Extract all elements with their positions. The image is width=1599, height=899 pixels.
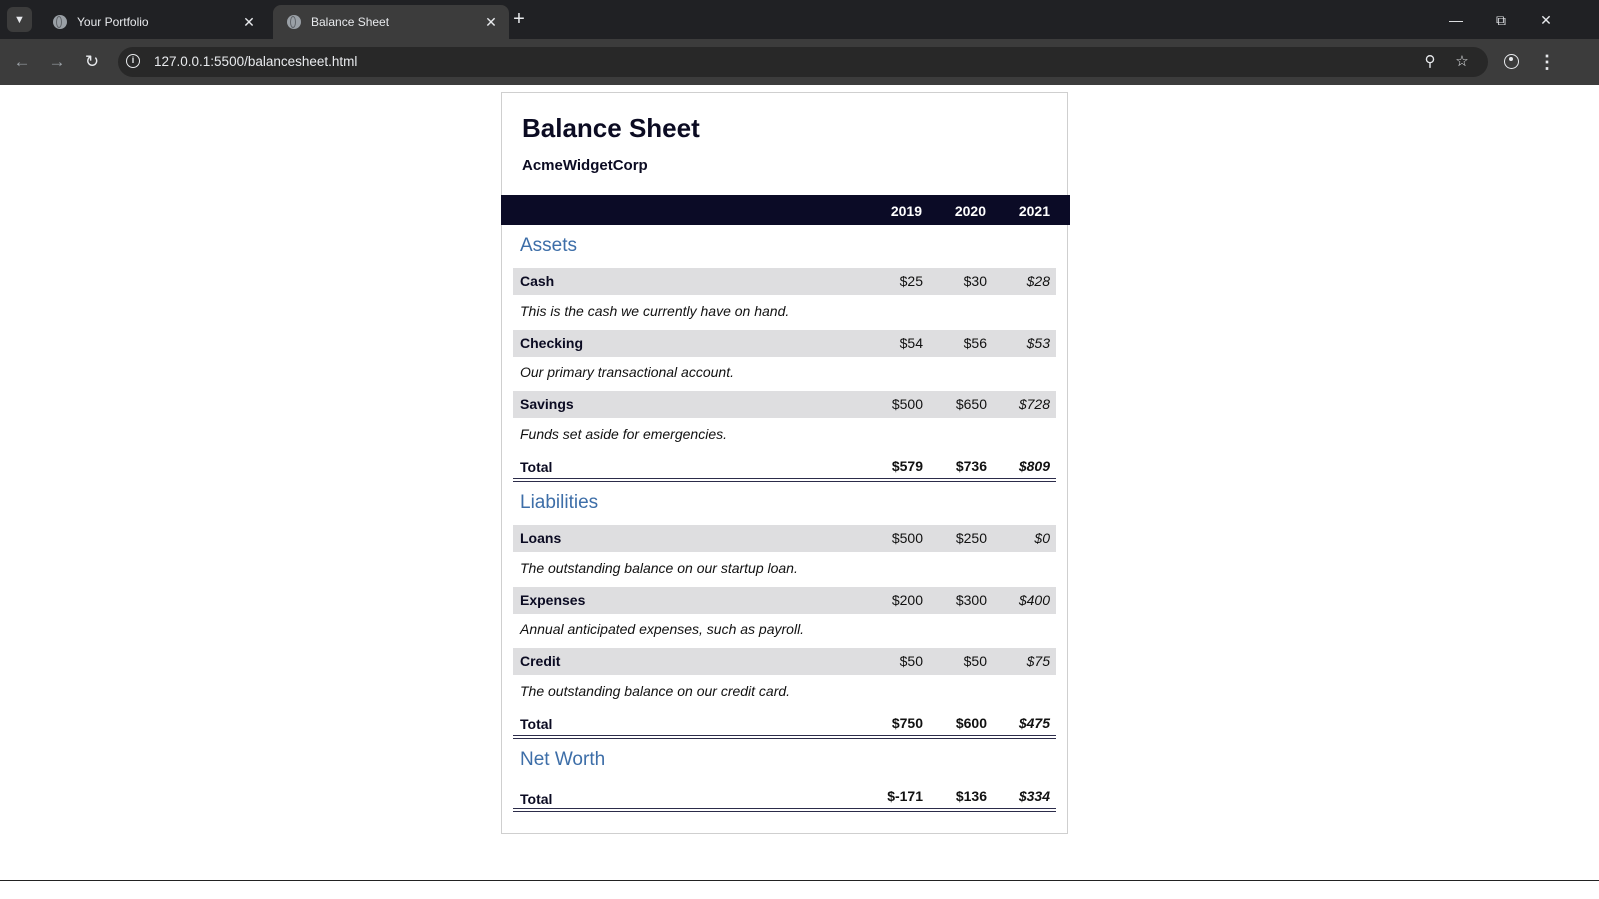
row-label: Cash — [520, 273, 555, 289]
value-2021: $400 — [1018, 592, 1050, 608]
browser-toolbar: ← → ↻ i 127.0.0.1:5500/balancesheet.html… — [0, 39, 1599, 85]
arrow-left-icon[interactable]: ← — [11, 51, 33, 73]
profile-icon[interactable] — [1500, 51, 1522, 73]
total-row-liabilities: Total $750 $600 $475 — [513, 711, 1056, 739]
section-title-net-worth: Net Worth — [520, 749, 606, 770]
row-description: Funds set aside for emergencies. — [520, 426, 727, 442]
browser-tab-bar: ▼ Your Portfolio ✕ Balance Sheet ✕ + — ⧉… — [0, 0, 1599, 39]
arrow-right-icon[interactable]: → — [46, 51, 68, 73]
row-description: Annual anticipated expenses, such as pay… — [520, 621, 805, 637]
tab-title: Balance Sheet — [311, 15, 390, 29]
table-row: Checking $54 $56 $53 — [513, 330, 1056, 357]
address-bar[interactable]: i 127.0.0.1:5500/balancesheet.html ⚲ ☆ — [118, 47, 1488, 77]
table-row: Expenses $200 $300 $400 — [513, 587, 1056, 614]
year-2020: 2020 — [954, 203, 986, 219]
value-2021: $53 — [1026, 335, 1050, 351]
total-label: Total — [520, 791, 553, 807]
value-2020: $50 — [963, 653, 987, 669]
value-2020: $30 — [963, 273, 987, 289]
total-label: Total — [520, 716, 553, 732]
total-2019: $579 — [891, 458, 923, 474]
row-label: Checking — [520, 335, 584, 351]
table-row: Credit $50 $50 $75 — [513, 648, 1056, 675]
value-2019: $50 — [899, 653, 923, 669]
star-icon[interactable]: ☆ — [1452, 52, 1472, 72]
page-title: Balance Sheet — [522, 113, 700, 143]
row-description: The outstanding balance on our startup l… — [520, 560, 798, 576]
total-2021: $809 — [1018, 458, 1050, 474]
table-row: Cash $25 $30 $28 — [513, 268, 1056, 295]
value-2021: $0 — [1034, 530, 1050, 546]
value-2020: $650 — [955, 396, 987, 412]
close-window-icon[interactable]: ✕ — [1535, 9, 1557, 31]
section-title-liabilities: Liabilities — [520, 492, 599, 513]
total-2021: $334 — [1018, 788, 1050, 804]
year-2021: 2021 — [1018, 203, 1050, 219]
total-2019: $750 — [891, 715, 923, 731]
table-row: Loans $500 $250 $0 — [513, 525, 1056, 552]
globe-icon — [287, 15, 301, 29]
value-2020: $250 — [955, 530, 987, 546]
value-2019: $500 — [891, 530, 923, 546]
kebab-menu-icon[interactable]: ⋮ — [1536, 51, 1558, 73]
value-2019: $54 — [899, 335, 923, 351]
globe-icon — [53, 15, 67, 29]
row-description: The outstanding balance on our credit ca… — [520, 683, 791, 699]
close-icon[interactable]: ✕ — [481, 14, 501, 31]
value-2019: $500 — [891, 396, 923, 412]
value-2021: $28 — [1026, 273, 1050, 289]
value-2020: $300 — [955, 592, 987, 608]
row-description: Our primary transactional account. — [520, 364, 734, 380]
tab-balance-sheet[interactable]: Balance Sheet ✕ — [273, 5, 509, 39]
row-label: Expenses — [520, 592, 586, 608]
total-label: Total — [520, 459, 553, 475]
info-icon[interactable]: i — [126, 54, 140, 68]
row-label: Loans — [520, 530, 562, 546]
row-label: Savings — [520, 396, 574, 412]
chevron-down-icon[interactable]: ▼ — [7, 7, 32, 32]
close-icon[interactable]: ✕ — [239, 14, 259, 31]
total-2020: $736 — [955, 458, 987, 474]
row-description: This is the cash we currently have on ha… — [520, 303, 790, 319]
restore-icon[interactable]: ⧉ — [1490, 9, 1512, 31]
reload-icon[interactable]: ↻ — [81, 51, 103, 73]
magnifier-icon[interactable]: ⚲ — [1420, 52, 1440, 72]
value-2019: $200 — [891, 592, 923, 608]
minimize-icon[interactable]: — — [1445, 9, 1467, 31]
year-2019: 2019 — [890, 203, 922, 219]
year-header-bar: 2019 2020 2021 — [501, 195, 1070, 225]
section-title-assets: Assets — [520, 235, 578, 256]
total-2020: $600 — [955, 715, 987, 731]
total-2021: $475 — [1018, 715, 1050, 731]
value-2021: $728 — [1018, 396, 1050, 412]
tab-title: Your Portfolio — [77, 15, 149, 29]
row-label: Credit — [520, 653, 561, 669]
divider — [0, 880, 1599, 881]
total-2020: $136 — [955, 788, 987, 804]
tab-your-portfolio[interactable]: Your Portfolio ✕ — [39, 5, 267, 39]
table-row: Savings $500 $650 $728 — [513, 391, 1056, 418]
balance-sheet-card: Balance Sheet AcmeWidgetCorp 2019 2020 2… — [501, 92, 1070, 834]
total-row-net-worth: Total $-171 $136 $334 — [513, 784, 1056, 812]
value-2020: $56 — [963, 335, 987, 351]
total-2019: $-171 — [887, 788, 923, 804]
value-2021: $75 — [1026, 653, 1050, 669]
url-text[interactable]: 127.0.0.1:5500/balancesheet.html — [154, 54, 357, 69]
company-name: AcmeWidgetCorp — [522, 157, 648, 174]
plus-icon[interactable]: + — [508, 9, 530, 31]
value-2019: $25 — [899, 273, 923, 289]
total-row-assets: Total $579 $736 $809 — [513, 454, 1056, 482]
